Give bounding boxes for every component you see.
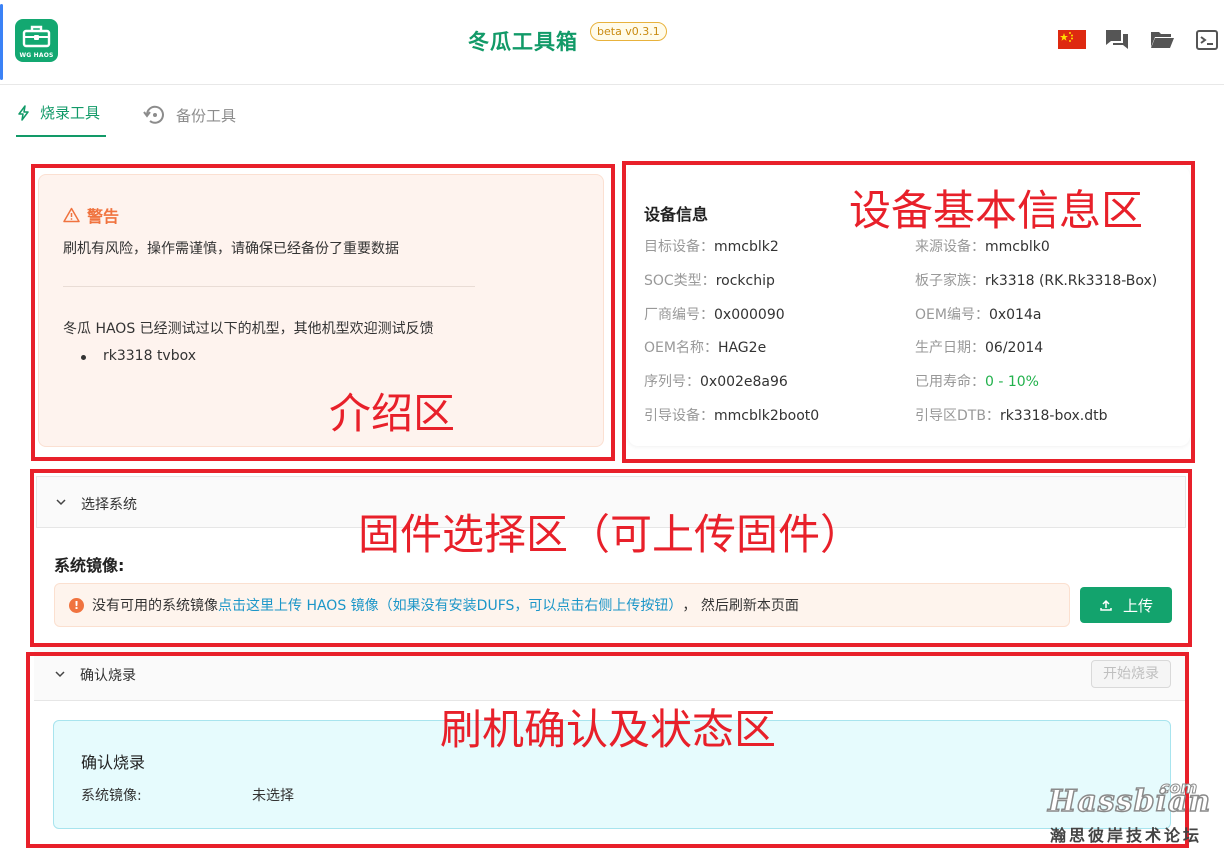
watermark-sub: 瀚思彼岸技术论坛 xyxy=(1050,822,1202,846)
folder-icon[interactable] xyxy=(1149,28,1177,54)
active-tab-indicator xyxy=(16,135,106,137)
toolbox-icon xyxy=(21,24,52,48)
watermark-main: Hassbian xyxy=(1048,784,1211,819)
tab-backup-tool-label: 备份工具 xyxy=(176,105,236,126)
tab-flash-tool[interactable]: 烧录工具 xyxy=(16,102,100,123)
annotation-box-intro xyxy=(31,164,615,461)
annotation-confirm: 刷机确认及状态区 xyxy=(440,696,776,757)
app-window: WG HAOS 冬瓜工具箱 beta v0.3.1 烧录工具 备份工具 警告 刷… xyxy=(0,0,1224,851)
annotation-intro: 介绍区 xyxy=(329,380,455,441)
watermark: com Hassbian 瀚思彼岸技术论坛 xyxy=(1046,780,1216,846)
app-logo: WG HAOS xyxy=(15,19,58,62)
version-badge: beta v0.3.1 xyxy=(590,22,667,41)
chat-icon[interactable] xyxy=(1104,28,1132,54)
china-flag-icon[interactable] xyxy=(1058,28,1086,54)
backup-icon xyxy=(142,102,168,128)
lightning-icon xyxy=(16,105,32,121)
tab-backup-tool[interactable]: 备份工具 xyxy=(142,102,236,128)
logo-text: WG HAOS xyxy=(15,52,58,59)
tab-bar: 烧录工具 备份工具 xyxy=(0,86,1224,138)
terminal-icon[interactable] xyxy=(1195,28,1223,54)
app-header: WG HAOS 冬瓜工具箱 beta v0.3.1 xyxy=(0,0,1224,85)
annotation-firmware: 固件选择区（可上传固件） xyxy=(358,501,862,562)
annotation-device: 设备基本信息区 xyxy=(849,177,1143,238)
tab-flash-tool-label: 烧录工具 xyxy=(40,102,100,123)
app-title: 冬瓜工具箱 xyxy=(468,26,578,56)
